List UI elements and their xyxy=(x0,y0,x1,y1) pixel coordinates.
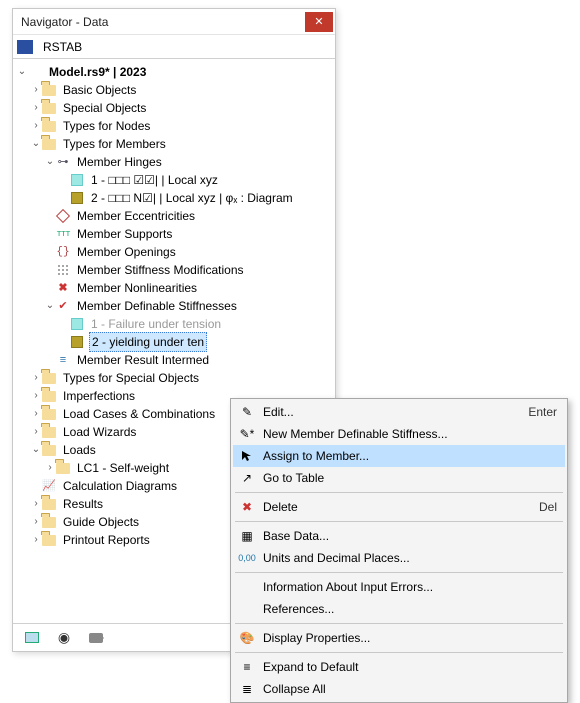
node-calc-diagrams[interactable]: Calculation Diagrams xyxy=(61,477,179,495)
node-hinge-2[interactable]: 2 - □□□ N☑| | Local xyz | φₓ : Diagram xyxy=(89,189,295,207)
node-lc1[interactable]: LC1 - Self-weight xyxy=(75,459,171,477)
ctx-delete[interactable]: ✖ Delete Del xyxy=(233,496,565,518)
node-special-objects[interactable]: Special Objects xyxy=(61,99,148,117)
separator xyxy=(235,623,563,624)
tab-bar: RSTAB xyxy=(13,35,335,59)
node-basic-objects[interactable]: Basic Objects xyxy=(61,81,138,99)
opening-icon: {} xyxy=(55,245,71,259)
record-button[interactable] xyxy=(83,627,109,649)
node-types-for-nodes[interactable]: Types for Nodes xyxy=(61,117,152,135)
result-icon: ≡ xyxy=(55,353,71,367)
close-button[interactable]: ✕ xyxy=(305,12,333,32)
node-load-cases[interactable]: Load Cases & Combinations xyxy=(61,405,217,423)
node-member-hinges[interactable]: Member Hinges xyxy=(75,153,164,171)
support-icon: ттт xyxy=(55,227,71,241)
palette-icon: 🎨 xyxy=(237,631,257,645)
node-member-def-stiff[interactable]: Member Definable Stiffnesses xyxy=(75,297,239,315)
panel-title: Navigator - Data xyxy=(21,15,305,29)
node-imperfections[interactable]: Imperfections xyxy=(61,387,137,405)
node-member-openings[interactable]: Member Openings xyxy=(75,243,178,261)
collapse-icon: ≣ xyxy=(237,682,257,696)
window-icon xyxy=(25,632,39,643)
ctx-go-to-table[interactable]: ↗ Go to Table xyxy=(233,467,565,489)
goto-icon: ↗ xyxy=(237,471,257,485)
stiffmod-icon xyxy=(57,264,69,276)
cyan-square-icon xyxy=(71,318,83,330)
new-icon: ✎* xyxy=(237,427,257,441)
def-stiff-icon: ✔ xyxy=(55,299,71,313)
context-menu: ✎ Edit... Enter ✎* New Member Definable … xyxy=(230,398,568,703)
ctx-display-properties[interactable]: 🎨 Display Properties... xyxy=(233,627,565,649)
node-results[interactable]: Results xyxy=(61,495,105,513)
nonlinearity-icon: ✖ xyxy=(55,281,71,295)
expand-icon: ≡ xyxy=(237,660,257,674)
ctx-info-errors[interactable]: Information About Input Errors... xyxy=(233,576,565,598)
camera-icon xyxy=(89,633,103,643)
node-member-result-intermediate[interactable]: Member Result Intermed xyxy=(75,351,211,369)
separator xyxy=(235,652,563,653)
ctx-edit[interactable]: ✎ Edit... Enter xyxy=(233,401,565,423)
cyan-square-icon xyxy=(71,174,83,186)
ctx-collapse-all[interactable]: ≣ Collapse All xyxy=(233,678,565,700)
olive-square-icon xyxy=(71,336,83,348)
node-loads[interactable]: Loads xyxy=(61,441,98,459)
calc-diagram-icon: 📈 xyxy=(41,479,57,493)
ctx-references[interactable]: References... xyxy=(233,598,565,620)
delete-icon: ✖ xyxy=(237,500,257,514)
eye-icon: ◉ xyxy=(58,629,70,646)
node-guide-objects[interactable]: Guide Objects xyxy=(61,513,141,531)
hinge-icon: ⊶ xyxy=(55,155,71,169)
node-load-wizards[interactable]: Load Wizards xyxy=(61,423,138,441)
node-types-for-members[interactable]: Types for Members xyxy=(61,135,168,153)
separator xyxy=(235,572,563,573)
node-member-nonlinearities[interactable]: Member Nonlinearities xyxy=(75,279,199,297)
cursor-icon xyxy=(237,450,257,462)
separator xyxy=(235,521,563,522)
eccentricity-icon xyxy=(56,209,70,223)
node-member-stiffness-mod[interactable]: Member Stiffness Modifications xyxy=(75,261,246,279)
app-icon xyxy=(17,40,33,54)
tab-rstab[interactable]: RSTAB xyxy=(37,38,88,56)
ctx-base-data[interactable]: ▦ Base Data... xyxy=(233,525,565,547)
base-data-icon: ▦ xyxy=(237,529,257,543)
ctx-expand-default[interactable]: ≡ Expand to Default xyxy=(233,656,565,678)
node-stiff-2-selected[interactable]: 2 - yielding under ten xyxy=(89,332,207,352)
node-member-supports[interactable]: Member Supports xyxy=(75,225,174,243)
edit-icon: ✎ xyxy=(237,405,257,419)
node-member-eccentricities[interactable]: Member Eccentricities xyxy=(75,207,197,225)
node-printout-reports[interactable]: Printout Reports xyxy=(61,531,152,549)
olive-square-icon xyxy=(71,192,83,204)
separator xyxy=(235,492,563,493)
titlebar: Navigator - Data ✕ xyxy=(13,9,335,35)
ctx-new-definable-stiffness[interactable]: ✎* New Member Definable Stiffness... xyxy=(233,423,565,445)
node-hinge-1[interactable]: 1 - □□□ ☑☑| | Local xyz xyxy=(89,171,220,189)
view-button[interactable]: ◉ xyxy=(51,627,77,649)
ctx-units[interactable]: 0,00 Units and Decimal Places... xyxy=(233,547,565,569)
node-types-for-special[interactable]: Types for Special Objects xyxy=(61,369,201,387)
node-stiff-1[interactable]: 1 - Failure under tension xyxy=(89,315,223,333)
new-window-button[interactable] xyxy=(19,627,45,649)
ctx-assign-to-member[interactable]: Assign to Member... xyxy=(233,445,565,467)
root-node[interactable]: Model.rs9* | 2023 xyxy=(47,63,148,81)
units-icon: 0,00 xyxy=(237,553,257,563)
